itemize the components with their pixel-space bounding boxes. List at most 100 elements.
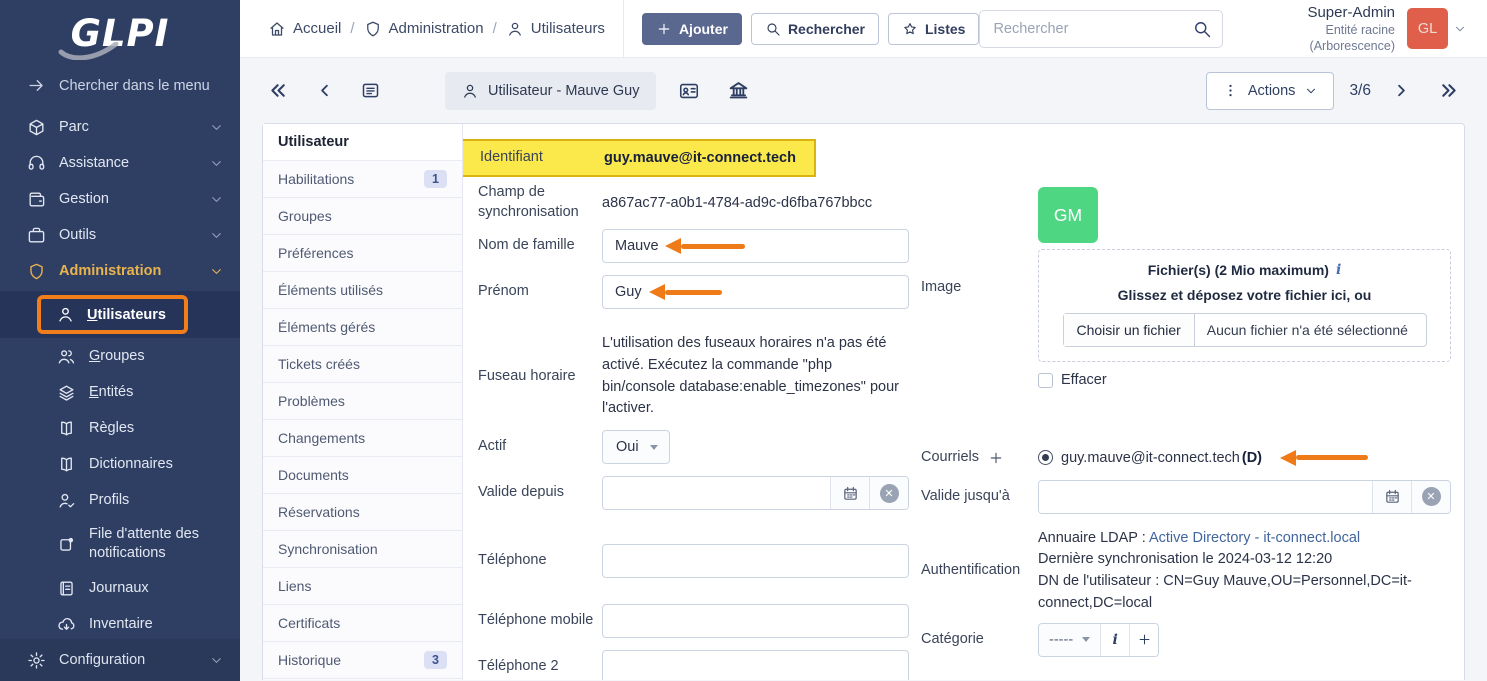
mobile-input[interactable] — [602, 604, 909, 638]
sidebar-item-label: Dictionnaires — [89, 456, 173, 472]
sidebar-item-file-attente-notifications[interactable]: File d'attente des notifications — [0, 518, 240, 570]
category-select[interactable]: ----- — [1039, 624, 1100, 656]
sidebar-item-inventaire[interactable]: Inventaire — [0, 606, 240, 642]
add-button[interactable]: Ajouter — [641, 12, 742, 45]
no-file-text: Aucun fichier n'a été sélectionné — [1206, 322, 1408, 338]
calendar-button[interactable] — [1372, 480, 1411, 513]
tab-historique[interactable]: Historique 3 — [263, 642, 462, 679]
clear-image-checkbox[interactable] — [1038, 372, 1053, 388]
sidebar-item-utilisateurs[interactable]: Utilisateurs — [37, 295, 188, 334]
sidebar-item-entites[interactable]: Entités — [0, 374, 240, 410]
sidebar-item-groupes[interactable]: Groupes — [0, 338, 240, 374]
clear-date-button[interactable]: ✕ — [869, 477, 908, 509]
record-toolbar-icons — [672, 74, 755, 108]
user-avatar[interactable]: GL — [1407, 8, 1448, 49]
add-email-icon[interactable] — [988, 450, 1004, 466]
record-tab-label: Utilisateur - Mauve Guy — [488, 82, 640, 99]
breadcrumb-utilisateurs[interactable]: Utilisateurs — [506, 20, 605, 38]
list-view-button[interactable] — [354, 74, 387, 107]
firstname-input[interactable] — [602, 275, 909, 309]
sidebar-item-gestion[interactable]: Gestion — [0, 181, 240, 217]
tab-elements-geres[interactable]: Éléments gérés — [263, 309, 462, 346]
ldap-directory-link[interactable]: Active Directory - it-connect.local — [1149, 530, 1360, 546]
glpi-logo-swoosh-icon — [58, 42, 119, 60]
breadcrumb-administration[interactable]: Administration — [364, 20, 484, 38]
chevron-down-icon[interactable] — [1453, 22, 1467, 36]
plus-icon — [656, 21, 672, 37]
chevron-down-icon — [209, 192, 224, 207]
next-record-button[interactable] — [1386, 75, 1417, 106]
tab-tickets-crees[interactable]: Tickets créés — [263, 346, 462, 383]
valid-until-input[interactable] — [1039, 480, 1372, 513]
tab-utilisateur[interactable]: Utilisateur — [263, 124, 462, 161]
active-row: Actif Oui — [478, 430, 909, 464]
tab-reservations[interactable]: Réservations — [263, 494, 462, 531]
info-icon[interactable]: i — [1336, 262, 1341, 278]
sidebar-item-outils[interactable]: Outils — [0, 217, 240, 253]
vcard-button[interactable] — [672, 74, 706, 108]
lists-button[interactable]: Listes — [887, 12, 980, 45]
last-record-button[interactable] — [1432, 74, 1465, 107]
tab-documents[interactable]: Documents — [263, 457, 462, 494]
sidebar-item-administration[interactable]: Administration — [0, 253, 240, 289]
sidebar-item-dictionnaires[interactable]: Dictionnaires — [0, 446, 240, 482]
tab-synchronisation[interactable]: Synchronisation — [263, 531, 462, 568]
tab-habilitations[interactable]: Habilitations 1 — [263, 161, 462, 198]
entity-button[interactable] — [722, 74, 755, 108]
id-card-icon — [678, 80, 700, 102]
active-label: Actif — [478, 438, 507, 455]
choose-file-button[interactable]: Choisir un fichier — [1063, 314, 1195, 346]
tab-groupes[interactable]: Groupes — [263, 198, 462, 235]
tab-elements-utilises[interactable]: Éléments utilisés — [263, 272, 462, 309]
sidebar-item-parc[interactable]: Parc — [0, 109, 240, 145]
previous-record-button[interactable] — [309, 75, 340, 106]
search-button[interactable]: Rechercher — [750, 12, 879, 45]
user-block[interactable]: Super-Admin Entité racine (Arborescence) — [1245, 3, 1395, 55]
file-dropzone[interactable]: Fichier(s) (2 Mio maximum) i Glissez et … — [1038, 249, 1451, 362]
clear-date-button[interactable]: ✕ — [1411, 480, 1450, 513]
mobile-label: Téléphone mobile — [478, 612, 594, 629]
active-select[interactable]: Oui — [602, 430, 670, 464]
phone2-input[interactable] — [602, 650, 909, 680]
sidebar-item-configuration[interactable]: Configuration — [0, 639, 240, 681]
file-input[interactable]: Choisir un fichier Aucun fichier n'a été… — [1062, 313, 1427, 347]
tab-certificats[interactable]: Certificats — [263, 605, 462, 642]
tab-problemes[interactable]: Problèmes — [263, 383, 462, 420]
global-search-input[interactable] — [979, 9, 1223, 48]
mobile-row: Téléphone mobile — [478, 604, 909, 638]
actions-button[interactable]: Actions — [1205, 71, 1335, 110]
sidebar-item-regles[interactable]: Règles — [0, 410, 240, 446]
default-email-radio[interactable] — [1038, 450, 1053, 466]
shield-icon — [364, 20, 382, 38]
phone2-label: Téléphone 2 — [478, 658, 559, 675]
breadcrumb-accueil[interactable]: Accueil — [268, 20, 341, 38]
first-record-button[interactable] — [262, 74, 295, 107]
record-tab[interactable]: Utilisateur - Mauve Guy — [445, 71, 656, 110]
glpi-logo[interactable]: GLPI — [0, 0, 240, 66]
ldap-prefix: Annuaire LDAP : — [1038, 529, 1149, 546]
tab-liens[interactable]: Liens — [263, 568, 462, 605]
sidebar-admin-submenu: Utilisateurs Groupes Entités Règles Dict… — [0, 291, 240, 642]
tab-label: Changements — [278, 430, 366, 446]
search-icon[interactable] — [1192, 19, 1212, 39]
journal-icon — [57, 579, 76, 598]
tab-changements[interactable]: Changements — [263, 420, 462, 457]
timezone-label: Fuseau horaire — [478, 367, 576, 384]
category-info-button[interactable]: i — [1100, 623, 1130, 656]
breadcrumb-separator: / — [492, 20, 497, 37]
sidebar-item-journaux[interactable]: Journaux — [0, 570, 240, 606]
tab-preferences[interactable]: Préférences — [263, 235, 462, 272]
sidebar-item-label: Administration — [59, 263, 162, 279]
valid-since-input[interactable] — [603, 477, 830, 509]
tab-label: Groupes — [278, 208, 332, 224]
phone-input[interactable] — [602, 544, 909, 578]
lastname-input[interactable] — [602, 229, 909, 263]
emails-label: Courriels — [921, 449, 980, 465]
sidebar-item-label: Entités — [89, 384, 134, 400]
calendar-button[interactable] — [830, 477, 869, 509]
sidebar-menu-search[interactable]: Chercher dans le menu — [0, 66, 240, 109]
sidebar-item-profils[interactable]: Profils — [0, 482, 240, 518]
phone-row: Téléphone — [478, 544, 909, 578]
category-add-button[interactable] — [1129, 623, 1159, 656]
sidebar-item-assistance[interactable]: Assistance — [0, 145, 240, 181]
